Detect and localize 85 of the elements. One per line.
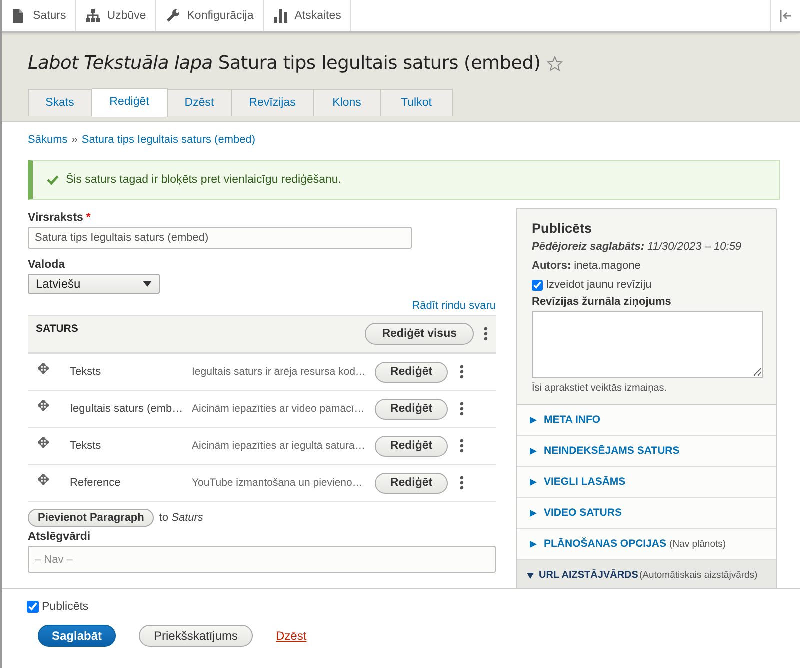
log-message-field[interactable] [532,311,763,378]
keywords-input[interactable]: – Nav – [28,546,496,573]
check-icon [47,175,59,185]
edit-button[interactable]: Rediģēt [375,362,448,382]
message-text: Šis saturs tagad ir bloķēts pret vienlaicīgu rediģēšanu. [66,174,342,186]
toolbar-link[interactable]: Konfigurācija [156,0,264,31]
edit-button[interactable]: Rediģēt [375,398,448,420]
paragraph-summary: Aicinām iepazīties ar iegultā satura… [192,440,366,452]
bar-chart-icon [274,8,288,22]
required-marker: * [86,212,91,224]
save-button[interactable]: Saglabāt [38,625,116,647]
caret-right-icon [530,448,537,454]
paragraph-type: Reference [70,477,122,489]
move-icon [38,400,49,410]
paragraph-summary: Aicinām iepazīties ar video pamācī… [192,403,366,415]
caret-right-icon [530,416,537,424]
kebab-icon [460,476,464,490]
kebab-icon [460,365,464,379]
paragraph-type: Iegultais saturs (emb… [70,403,184,415]
tab[interactable]: Klons [314,89,381,116]
caret-down-icon [527,572,534,578]
title-input[interactable]: Satura tips Iegultais saturs (embed) [28,227,412,249]
paragraph-type: Teksts [70,366,102,378]
page-title: Labot Tekstuāla lapa Satura tips Iegultais saturs (embed) [28,53,541,74]
collapsible-section[interactable]: URL AIZSTĀJVĀRDS(Automātiskais aizstājvārds) [517,560,776,588]
kebab-icon [460,402,464,416]
toolbar-link[interactable]: Saturs [2,0,76,31]
section-summary: (Nav plānots) [670,538,726,550]
paragraph-summary: Iegultais saturs ir ārēja resursa kod… [192,366,367,378]
add-paragraph-button[interactable]: Pievienot Paragraph [28,509,154,527]
last-saved-text: Pēdējoreiz saglabāts: 11/30/2023 – 10:59 [532,241,743,253]
checkbox[interactable] [27,601,39,613]
breadcrumb-link[interactable]: Sākums [28,134,68,146]
collapsible-section[interactable]: NEINDEKSĒJAMS SATURS [517,436,776,467]
collapsible-section[interactable]: PLĀNOŠANAS OPCIJAS (Nav plānots) [517,529,776,560]
toolbar-link[interactable]: Atskaites [264,0,352,31]
status-heading: Publicēts [532,221,594,236]
wrench-icon [166,8,180,22]
collapse-toolbar-button[interactable] [770,0,800,31]
field-label: Atslēgvārdi [28,531,92,543]
delete-link[interactable]: Dzēst [276,629,307,643]
field-label: Virsraksts [28,212,84,224]
checkbox[interactable] [532,280,543,290]
star-icon [546,56,563,72]
field-label: Revīzijas žurnāla ziņojums [532,296,672,308]
caret-right-icon [530,478,537,486]
tab[interactable]: Tulkot [381,89,453,116]
tab[interactable]: Revīzijas [232,89,314,116]
edit-all-button[interactable]: Rediģēt visus [365,323,474,345]
move-icon [38,362,49,374]
section-summary: (Automātiskais aizstājvārds) [639,570,758,580]
tab[interactable]: Dzēst [168,89,232,116]
edit-button[interactable]: Rediģēt [375,436,448,456]
language-select[interactable]: Latviešu [28,274,160,294]
collapsible-section[interactable]: VIEGLI LASĀMS [517,467,776,498]
collapsible-section[interactable]: VIDEO SATURS [517,498,776,529]
breadcrumb-link[interactable]: Satura tips Iegultais saturs (embed) [82,134,256,146]
field-hint: Īsi aprakstiet veiktās izmaiņas. [532,383,668,394]
dropdown-arrow-icon [143,281,152,287]
caret-right-icon [530,510,537,516]
hierarchy-icon [86,8,100,22]
tab[interactable]: Rediģēt [92,88,168,117]
breadcrumb-separator: » [72,134,78,146]
document-icon [12,8,26,22]
caret-right-icon [530,540,537,548]
checkbox-label: Izveidot jaunu revīziju [546,279,652,291]
add-target-text: to Saturs [159,512,204,524]
favorite-button[interactable] [546,56,563,72]
preview-button[interactable]: Priekšskatījums [139,625,253,647]
move-icon [38,474,49,484]
kebab-icon [460,439,464,453]
column-header: SATURS [36,323,80,335]
show-weights-link[interactable]: Rādīt rindu svaru [412,300,496,312]
edit-button[interactable]: Rediģēt [375,472,448,494]
author-text: Autors: ineta.magone [532,260,642,272]
collapsible-section[interactable]: META INFO [517,405,776,436]
paragraph-type: Teksts [70,440,102,452]
toolbar-link[interactable]: Uzbūve [76,0,156,31]
field-label: Valoda [28,259,66,271]
collapse-icon [780,10,792,22]
kebab-icon [484,327,488,341]
checkbox-label: Publicēts [42,601,89,613]
tab[interactable]: Skats [28,89,92,116]
move-icon [38,436,49,448]
paragraph-summary: YouTube izmantošana un pievieno… [192,477,364,489]
